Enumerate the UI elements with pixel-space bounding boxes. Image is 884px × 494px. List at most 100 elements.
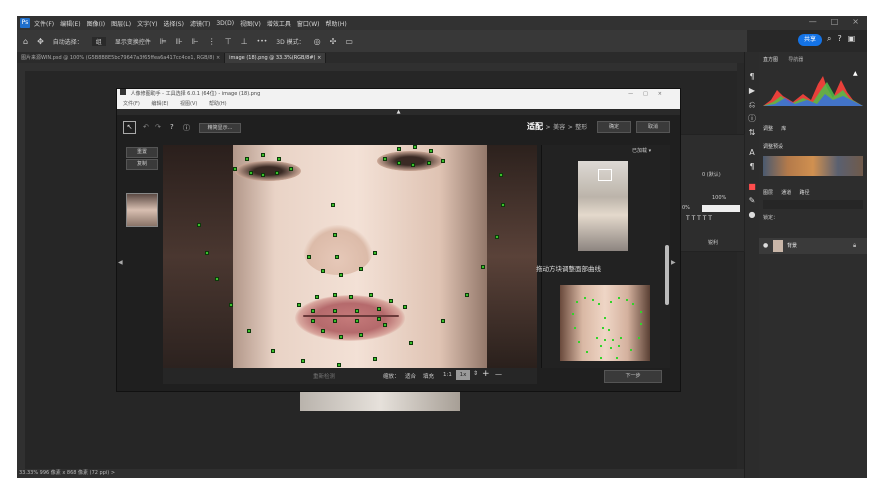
menu-layer[interactable]: 图层(L) [111,19,131,28]
landmark-handle[interactable] [215,277,219,281]
zoom-value-field[interactable]: 1x [456,370,470,380]
zoom-out-button[interactable]: — [495,370,502,378]
layer-filter[interactable] [763,200,863,209]
landmark-handle[interactable] [297,303,301,307]
landmark-handle[interactable] [233,167,237,171]
landmark-handle[interactable] [331,203,335,207]
collapse-arrow[interactable]: ▲ [117,109,680,115]
landmark-handle[interactable] [427,161,431,165]
landmark-handle[interactable] [245,157,249,161]
confirm-button[interactable]: 确定 [597,121,631,133]
landmark-handle[interactable] [333,293,337,297]
landmark-handle[interactable] [247,329,251,333]
plugin-menu-file[interactable]: 文件(F) [123,101,140,107]
landmark-handle[interactable] [411,163,415,167]
right-arrow-icon[interactable]: ▶ [671,259,676,266]
tab-channels[interactable]: 通道 [781,190,791,196]
landmark-handle[interactable] [333,319,337,323]
paragraph-style-icon[interactable]: ¶ [747,162,757,172]
zoom-stepper-icon[interactable]: ⇕ [473,370,478,377]
maximize-button[interactable]: □ [831,17,839,26]
text-style-icons[interactable]: T T T T T [686,215,712,222]
character-icon[interactable]: A [747,148,757,158]
step-beautify[interactable]: 美容 [553,124,565,131]
landmark-handle[interactable] [335,255,339,259]
landmark-handle[interactable] [261,153,265,157]
char-font[interactable]: 0 (默认) [702,171,721,178]
landmark-handle[interactable] [307,255,311,259]
landmark-handle[interactable] [271,349,275,353]
auto-select-dropdown[interactable]: 组 [91,36,106,46]
distribute-icon[interactable]: ⋮ [208,37,216,46]
menu-window[interactable]: 窗口(W) [297,19,320,28]
help-icon[interactable]: ? [837,34,841,44]
preset-dropdown[interactable]: 已加载 ▾ [632,147,651,154]
landmark-handle[interactable] [409,341,413,345]
landmark-handle[interactable] [377,307,381,311]
tab-libraries[interactable]: 库 [781,126,786,132]
help-button[interactable]: ? [170,123,174,131]
landmark-handle[interactable] [249,171,253,175]
menu-3d[interactable]: 3D(D) [216,20,234,27]
reference-face[interactable] [560,285,650,361]
landmark-handle[interactable] [383,323,387,327]
minimize-button[interactable]: — [809,17,817,26]
plugin-menu-edit[interactable]: 编辑(E) [151,101,168,107]
landmark-handle[interactable] [355,319,359,323]
face-preview[interactable] [163,145,537,368]
landmark-handle[interactable] [397,147,401,151]
adjust-presets[interactable]: 调整预设 [763,142,783,150]
copy-button[interactable]: 复制 [126,159,158,170]
landmark-handle[interactable] [397,161,401,165]
menu-image[interactable]: 图像(I) [87,19,105,28]
char-opacity[interactable]: 0% [682,205,690,211]
zoom-ratio-button[interactable]: 1:1 [443,372,452,378]
menu-view[interactable]: 视图(V) [240,19,261,28]
landmark-handle[interactable] [339,335,343,339]
warning-icon[interactable]: ▲ [853,70,858,77]
zoom-fill-button[interactable]: 填充 [423,372,434,380]
plugin-menu-view[interactable]: 视图(V) [180,101,197,107]
landmark-handle[interactable] [359,333,363,337]
landmark-handle[interactable] [311,319,315,323]
auto-select-label[interactable]: 自动选择： [53,37,83,46]
redo-icon[interactable]: ↷ [155,123,161,131]
landmark-handle[interactable] [229,303,233,307]
face-thumbnail[interactable] [126,193,158,227]
menu-edit[interactable]: 编辑(E) [60,19,80,28]
close-button[interactable]: × [852,17,859,26]
tab-paths[interactable]: 路径 [800,190,810,196]
align-center-icon[interactable]: ⊪ [176,37,183,46]
align-middle-icon[interactable]: ⊥ [241,37,248,46]
eye-icon[interactable]: ● [763,242,768,249]
reset-button[interactable]: 重置 [126,147,158,158]
align-left-icon[interactable]: ⊫ [160,37,167,46]
landmark-handle[interactable] [321,269,325,273]
pan-icon[interactable]: ✣ [330,37,337,46]
step-fit[interactable]: 适配 [527,122,543,131]
landmark-handle[interactable] [355,309,359,313]
cancel-button[interactable]: 取消 [636,121,670,133]
select-tool-icon[interactable]: ↖ [123,121,136,134]
panel-scrollbar[interactable] [665,245,669,305]
landmark-handle[interactable] [261,173,265,177]
workspace-icon[interactable]: ▣ [848,34,856,44]
char-antialias[interactable]: 锐利 [708,239,718,246]
landmark-handle[interactable] [465,293,469,297]
undo-icon[interactable]: ↶ [143,123,149,131]
info-button[interactable]: ⓘ [183,123,190,133]
landmark-handle[interactable] [311,309,315,313]
reference-full-body[interactable] [578,161,628,251]
show-transform-checkbox[interactable]: 显示变换控件 [115,37,151,46]
orbit-icon[interactable]: ◎ [314,37,321,46]
landmark-handle[interactable] [429,149,433,153]
landmark-handle[interactable] [495,235,499,239]
landmark-handle[interactable] [441,319,445,323]
license-button[interactable]: 精简显示... [199,123,241,133]
landmark-handle[interactable] [205,251,209,255]
tab-document-1[interactable]: 图片来源WIN.psd @ 100% (G5B8B8E5bc79647a3f65… [17,53,226,63]
char-size[interactable]: 100% [712,195,726,201]
menu-help[interactable]: 帮助(H) [326,19,347,28]
zoom-in-button[interactable]: + [482,369,490,379]
layer-row[interactable]: ● 背景 🔒︎ [759,238,867,254]
